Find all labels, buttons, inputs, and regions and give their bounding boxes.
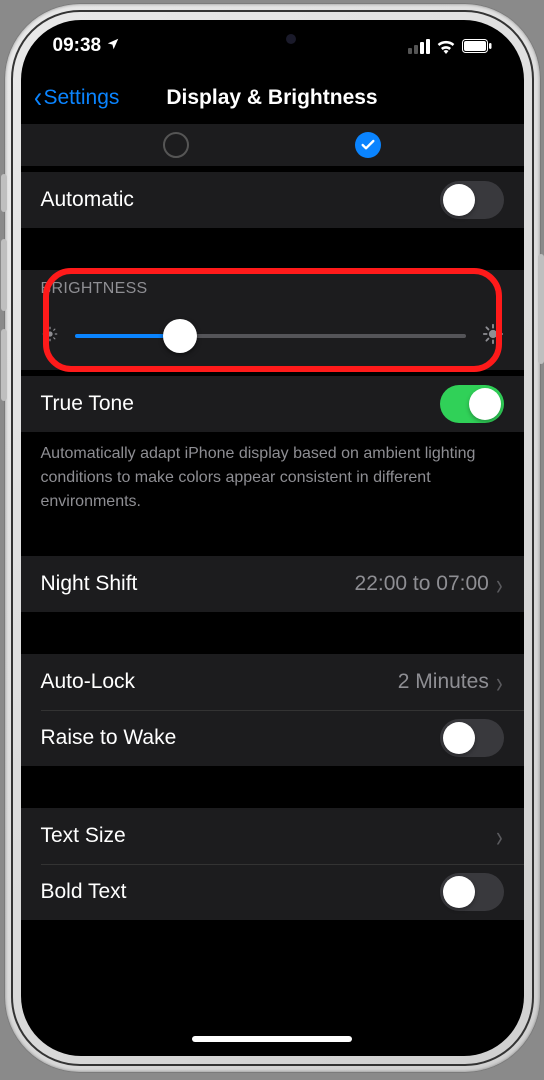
navigation-bar: ‹ Settings Display & Brightness xyxy=(21,72,524,124)
chevron-left-icon: ‹ xyxy=(34,83,42,113)
night-shift-label: Night Shift xyxy=(41,572,355,596)
automatic-toggle[interactable] xyxy=(440,181,504,219)
location-icon xyxy=(106,35,120,57)
mute-switch xyxy=(1,174,7,212)
true-tone-footer: Automatically adapt iPhone display based… xyxy=(21,432,524,514)
true-tone-toggle[interactable] xyxy=(440,385,504,423)
volume-up-button xyxy=(1,239,7,311)
brightness-highlight: BRIGHTNESS xyxy=(21,270,524,370)
text-size-row[interactable]: Text Size › xyxy=(21,808,524,864)
brightness-slider-thumb[interactable] xyxy=(163,319,197,353)
auto-lock-label: Auto-Lock xyxy=(41,670,398,694)
raise-to-wake-row[interactable]: Raise to Wake xyxy=(21,710,524,766)
auto-lock-value: 2 Minutes xyxy=(398,670,489,694)
bold-text-toggle[interactable] xyxy=(440,873,504,911)
home-indicator[interactable] xyxy=(192,1036,352,1042)
night-shift-value: 22:00 to 07:00 xyxy=(355,572,489,596)
night-shift-row[interactable]: Night Shift 22:00 to 07:00 › xyxy=(21,556,524,612)
true-tone-label: True Tone xyxy=(41,392,440,416)
wifi-icon xyxy=(436,39,456,54)
screen: 09:38 ‹ Settings xyxy=(21,20,524,1056)
automatic-label: Automatic xyxy=(41,188,440,212)
chevron-right-icon: › xyxy=(496,818,503,854)
raise-to-wake-label: Raise to Wake xyxy=(41,726,440,750)
appearance-light-radio[interactable] xyxy=(163,132,189,158)
appearance-dark-radio[interactable] xyxy=(355,132,381,158)
automatic-row[interactable]: Automatic xyxy=(21,172,524,228)
brightness-high-icon xyxy=(482,323,504,350)
bold-text-row[interactable]: Bold Text xyxy=(21,864,524,920)
brightness-low-icon xyxy=(41,325,59,348)
chevron-right-icon: › xyxy=(496,664,503,700)
phone-frame: 09:38 ‹ Settings xyxy=(5,4,540,1072)
status-time: 09:38 xyxy=(53,35,102,57)
back-label: Settings xyxy=(44,86,120,110)
text-size-label: Text Size xyxy=(41,824,495,848)
volume-down-button xyxy=(1,329,7,401)
cellular-signal-icon xyxy=(408,39,430,54)
side-button xyxy=(538,254,544,364)
brightness-slider[interactable] xyxy=(75,334,466,338)
back-button[interactable]: ‹ Settings xyxy=(33,83,120,113)
battery-icon xyxy=(462,39,492,53)
notch xyxy=(154,20,390,58)
raise-to-wake-toggle[interactable] xyxy=(440,719,504,757)
auto-lock-row[interactable]: Auto-Lock 2 Minutes › xyxy=(21,654,524,710)
brightness-slider-row xyxy=(21,306,524,366)
true-tone-row[interactable]: True Tone xyxy=(21,376,524,432)
chevron-right-icon: › xyxy=(496,566,503,602)
appearance-selector xyxy=(21,124,524,166)
brightness-header: BRIGHTNESS xyxy=(21,270,524,306)
page-title: Display & Brightness xyxy=(166,86,377,110)
bold-text-label: Bold Text xyxy=(41,880,440,904)
